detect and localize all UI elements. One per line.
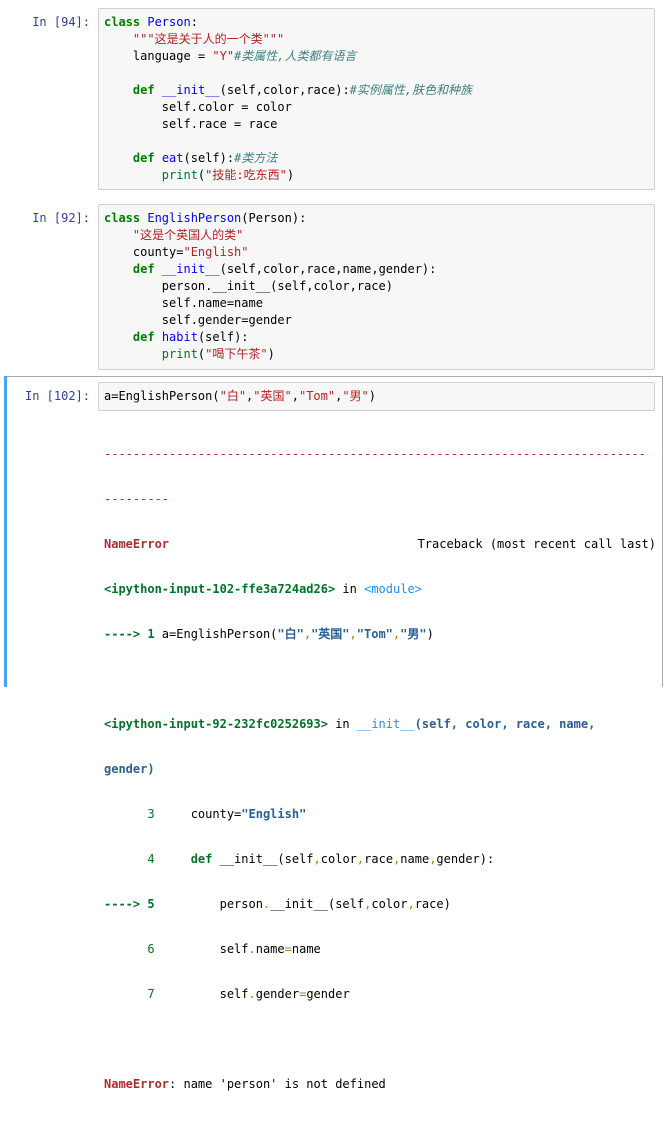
code-line: def eat(self):#类方法 [132, 151, 278, 165]
code-input-area[interactable]: class EnglishPerson(Person): "这是个英国人的类" … [98, 204, 655, 370]
traceback-frame2-header: <ipython-input-92-232fc0252693> in __ini… [104, 717, 596, 731]
traceback-output: ----------------------------------------… [104, 418, 656, 1121]
code-line: def habit(self): [132, 330, 249, 344]
code-cell-102[interactable]: In [102]: a=EnglishPerson("白","英国","Tom"… [0, 382, 670, 1091]
code-line: print("技能:吃东西") [161, 168, 295, 182]
code-line: self.color = color [104, 100, 292, 114]
code-cell-94[interactable]: In [94]: class Person: """这是关于人的一个类""" l… [0, 8, 670, 190]
traceback-frame2-line: 4 def __init__(self,color,race,name,gend… [104, 852, 495, 866]
code-line: a=EnglishPerson("白","英国","Tom","男") [104, 389, 377, 403]
cell-prompt: In [94]: [32, 15, 90, 29]
code-line: self.race = race [104, 117, 278, 131]
traceback-separator: ----------------------------------------… [104, 447, 646, 461]
traceback-frame2-line: 3 county="English" [104, 807, 307, 821]
code-line: class EnglishPerson(Person): [104, 211, 307, 225]
traceback-final-error: NameError: name 'person' is not defined [104, 1077, 386, 1091]
code-line: language = "Y"#类属性,人类都有语言 [104, 49, 357, 63]
traceback-separator: --------- [104, 492, 170, 506]
cell-prompt: In [92]: [32, 211, 90, 225]
traceback-frame2-line: 7 self.gender=gender [104, 987, 350, 1001]
traceback-frame2-header-cont: gender) [104, 762, 155, 776]
code-line: print("喝下午茶") [161, 347, 275, 361]
code-line: self.gender=gender [104, 313, 292, 327]
code-line: county="English" [104, 245, 249, 259]
code-input-area[interactable]: class Person: """这是关于人的一个类""" language =… [98, 8, 655, 190]
code-line: "这是个英国人的类" [132, 228, 244, 242]
code-line: """这是关于人的一个类""" [132, 32, 285, 46]
code-cell-92[interactable]: In [92]: class EnglishPerson(Person): "这… [0, 204, 670, 370]
code-line: def __init__(self,color,race,name,gender… [132, 262, 437, 276]
code-line: self.name=name [104, 296, 263, 310]
traceback-header: NameError Traceback (most recent call las… [104, 537, 656, 551]
cell-prompt: In [102]: [24, 389, 90, 403]
traceback-frame2-line-current: ----> 5 person.__init__(self,color,race) [104, 897, 451, 911]
traceback-frame2-line: 6 self.name=name [104, 942, 321, 956]
code-line: class Person: [104, 15, 198, 29]
traceback-frame1-code: ----> 1 a=EnglishPerson("白","英国","Tom","… [104, 627, 434, 641]
code-line: person.__init__(self,color,race) [104, 279, 393, 293]
code-input-area[interactable]: a=EnglishPerson("白","英国","Tom","男") [98, 382, 655, 411]
code-line: def __init__(self,color,race):#实例属性,肤色和种… [132, 83, 473, 97]
traceback-frame1-header: <ipython-input-102-ffe3a724ad26> in <mod… [104, 582, 422, 596]
